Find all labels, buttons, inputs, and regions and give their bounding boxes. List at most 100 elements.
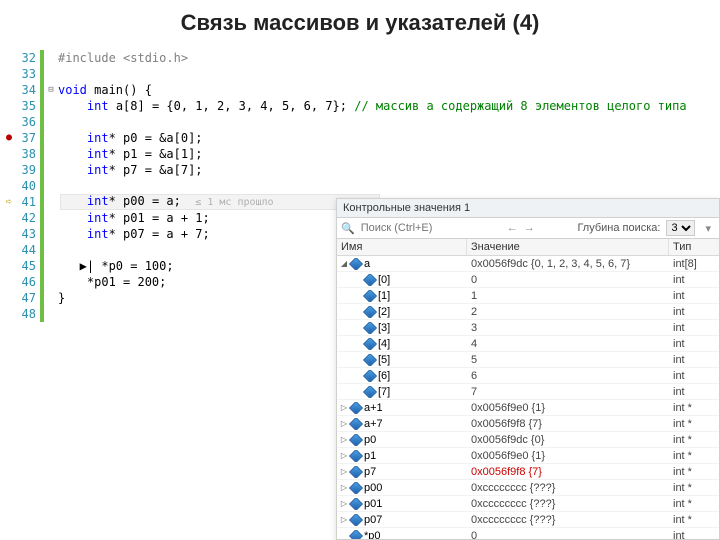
perf-hint: ≤ 1 мс прошло (195, 197, 273, 208)
watch-panel-title: Контрольные значения 1 (337, 199, 719, 218)
watch-row[interactable]: [4]4int (337, 336, 719, 352)
code-text[interactable]: int* p1 = &a[1]; (56, 146, 203, 162)
change-bar (40, 226, 44, 242)
watch-type: int (669, 322, 719, 334)
expand-icon[interactable]: ▷ (340, 467, 348, 476)
watch-type: int * (669, 402, 719, 414)
code-text[interactable]: int* p01 = a + 1; (56, 210, 210, 226)
code-line[interactable]: 40 (0, 178, 720, 194)
watch-type: int (669, 338, 719, 350)
variable-icon (349, 402, 363, 414)
watch-name: a+7 (364, 418, 383, 430)
watch-row[interactable]: ▷a+70x0056f9f8 {7}int * (337, 416, 719, 432)
watch-value: 5 (467, 354, 669, 366)
watch-row[interactable]: [1]1int (337, 288, 719, 304)
watch-row[interactable]: [7]7int (337, 384, 719, 400)
change-bar (40, 162, 44, 178)
variable-icon (363, 290, 377, 302)
fold-toggle[interactable]: ⊟ (46, 82, 56, 98)
watch-row[interactable]: ▷p00x0056f9dc {0}int * (337, 432, 719, 448)
variable-icon (363, 354, 377, 366)
watch-row[interactable]: [6]6int (337, 368, 719, 384)
watch-search-input[interactable] (361, 222, 501, 234)
code-line[interactable]: 33 (0, 66, 720, 82)
line-number: 41 (18, 194, 40, 210)
watch-name: [2] (378, 306, 390, 318)
watch-row[interactable]: ◢a0x0056f9dc {0, 1, 2, 3, 4, 5, 6, 7}int… (337, 256, 719, 272)
change-bar (40, 274, 44, 290)
code-text[interactable]: ▶| *p0 = 100; (56, 258, 174, 274)
watch-type: int * (669, 482, 719, 494)
watch-row[interactable]: ▷p070xcccccccc {???}int * (337, 512, 719, 528)
code-text[interactable]: int* p00 = a; ≤ 1 мс прошло (56, 193, 274, 211)
watch-row[interactable]: *p00int (337, 528, 719, 539)
code-text[interactable]: } (56, 290, 65, 306)
expand-icon[interactable]: ▷ (340, 435, 348, 444)
col-value[interactable]: Значение (467, 239, 669, 255)
code-text[interactable]: #include <stdio.h> (56, 50, 188, 66)
nav-next-icon[interactable]: → (524, 222, 535, 234)
slide-title: Связь массивов и указателей (4) (0, 0, 720, 42)
code-text[interactable]: void main() { (56, 82, 152, 98)
watch-row[interactable]: [2]2int (337, 304, 719, 320)
watch-row[interactable]: [0]0int (337, 272, 719, 288)
watch-value: 0x0056f9dc {0, 1, 2, 3, 4, 5, 6, 7} (467, 258, 669, 270)
line-number: 42 (18, 210, 40, 226)
code-line[interactable]: 36 (0, 114, 720, 130)
expand-icon[interactable]: ▷ (340, 403, 348, 412)
watch-name: p01 (364, 498, 382, 510)
code-text[interactable]: int* p07 = a + 7; (56, 226, 210, 242)
code-line[interactable]: 38 int* p1 = &a[1]; (0, 146, 720, 162)
col-type[interactable]: Тип (669, 239, 719, 255)
line-number: 35 (18, 98, 40, 114)
line-number: 45 (18, 258, 40, 274)
watch-row[interactable]: ▷a+10x0056f9e0 {1}int * (337, 400, 719, 416)
watch-value: 0x0056f9f8 {7} (467, 418, 669, 430)
expand-icon[interactable]: ▷ (340, 499, 348, 508)
code-line[interactable]: 32#include <stdio.h> (0, 50, 720, 66)
toolbar-more-icon[interactable]: ▾ (701, 222, 715, 235)
depth-label: Глубина поиска: (577, 222, 660, 234)
watch-value: 0xcccccccc {???} (467, 498, 669, 510)
change-bar (40, 306, 44, 322)
code-text[interactable]: int a[8] = {0, 1, 2, 3, 4, 5, 6, 7}; // … (56, 98, 687, 114)
watch-name: p00 (364, 482, 382, 494)
breakpoint-icon[interactable]: ● (6, 132, 12, 143)
change-bar (40, 82, 44, 98)
code-text[interactable]: *p01 = 200; (56, 274, 166, 290)
depth-select[interactable]: 3 (666, 220, 695, 236)
col-name[interactable]: Имя (337, 239, 467, 255)
watch-row[interactable]: ▷p000xcccccccc {???}int * (337, 480, 719, 496)
change-bar (40, 194, 44, 210)
gutter-icon[interactable]: ● (0, 130, 18, 146)
expand-icon[interactable]: ▷ (340, 515, 348, 524)
code-line[interactable]: 35 int a[8] = {0, 1, 2, 3, 4, 5, 6, 7}; … (0, 98, 720, 114)
gutter-icon[interactable]: ➪ (0, 194, 18, 211)
variable-icon (363, 386, 377, 398)
code-line[interactable]: 34⊟void main() { (0, 82, 720, 98)
code-line[interactable]: 39 int* p7 = &a[7]; (0, 162, 720, 178)
code-text[interactable]: int* p0 = &a[0]; (56, 130, 203, 146)
watch-row[interactable]: [3]3int (337, 320, 719, 336)
watch-name: p1 (364, 450, 376, 462)
expand-icon[interactable]: ▷ (340, 483, 348, 492)
watch-columns-header: Имя Значение Тип (337, 239, 719, 256)
expand-icon[interactable]: ▷ (340, 451, 348, 460)
watch-value: 0xcccccccc {???} (467, 514, 669, 526)
expand-icon[interactable]: ▷ (340, 419, 348, 428)
watch-row[interactable]: ▷p010xcccccccc {???}int * (337, 496, 719, 512)
watch-row[interactable]: ▷p70x0056f9f8 {7}int * (337, 464, 719, 480)
nav-prev-icon[interactable]: ← (507, 222, 518, 234)
watch-name: [5] (378, 354, 390, 366)
variable-icon (363, 322, 377, 334)
expand-icon[interactable]: ◢ (340, 259, 348, 268)
watch-name: [7] (378, 386, 390, 398)
code-text[interactable]: int* p7 = &a[7]; (56, 162, 203, 178)
watch-type: int * (669, 514, 719, 526)
watch-rows: ◢a0x0056f9dc {0, 1, 2, 3, 4, 5, 6, 7}int… (337, 256, 719, 539)
code-line[interactable]: ●37 int* p0 = &a[0]; (0, 130, 720, 146)
watch-row[interactable]: ▷p10x0056f9e0 {1}int * (337, 448, 719, 464)
variable-icon (349, 450, 363, 462)
watch-value: 6 (467, 370, 669, 382)
watch-row[interactable]: [5]5int (337, 352, 719, 368)
